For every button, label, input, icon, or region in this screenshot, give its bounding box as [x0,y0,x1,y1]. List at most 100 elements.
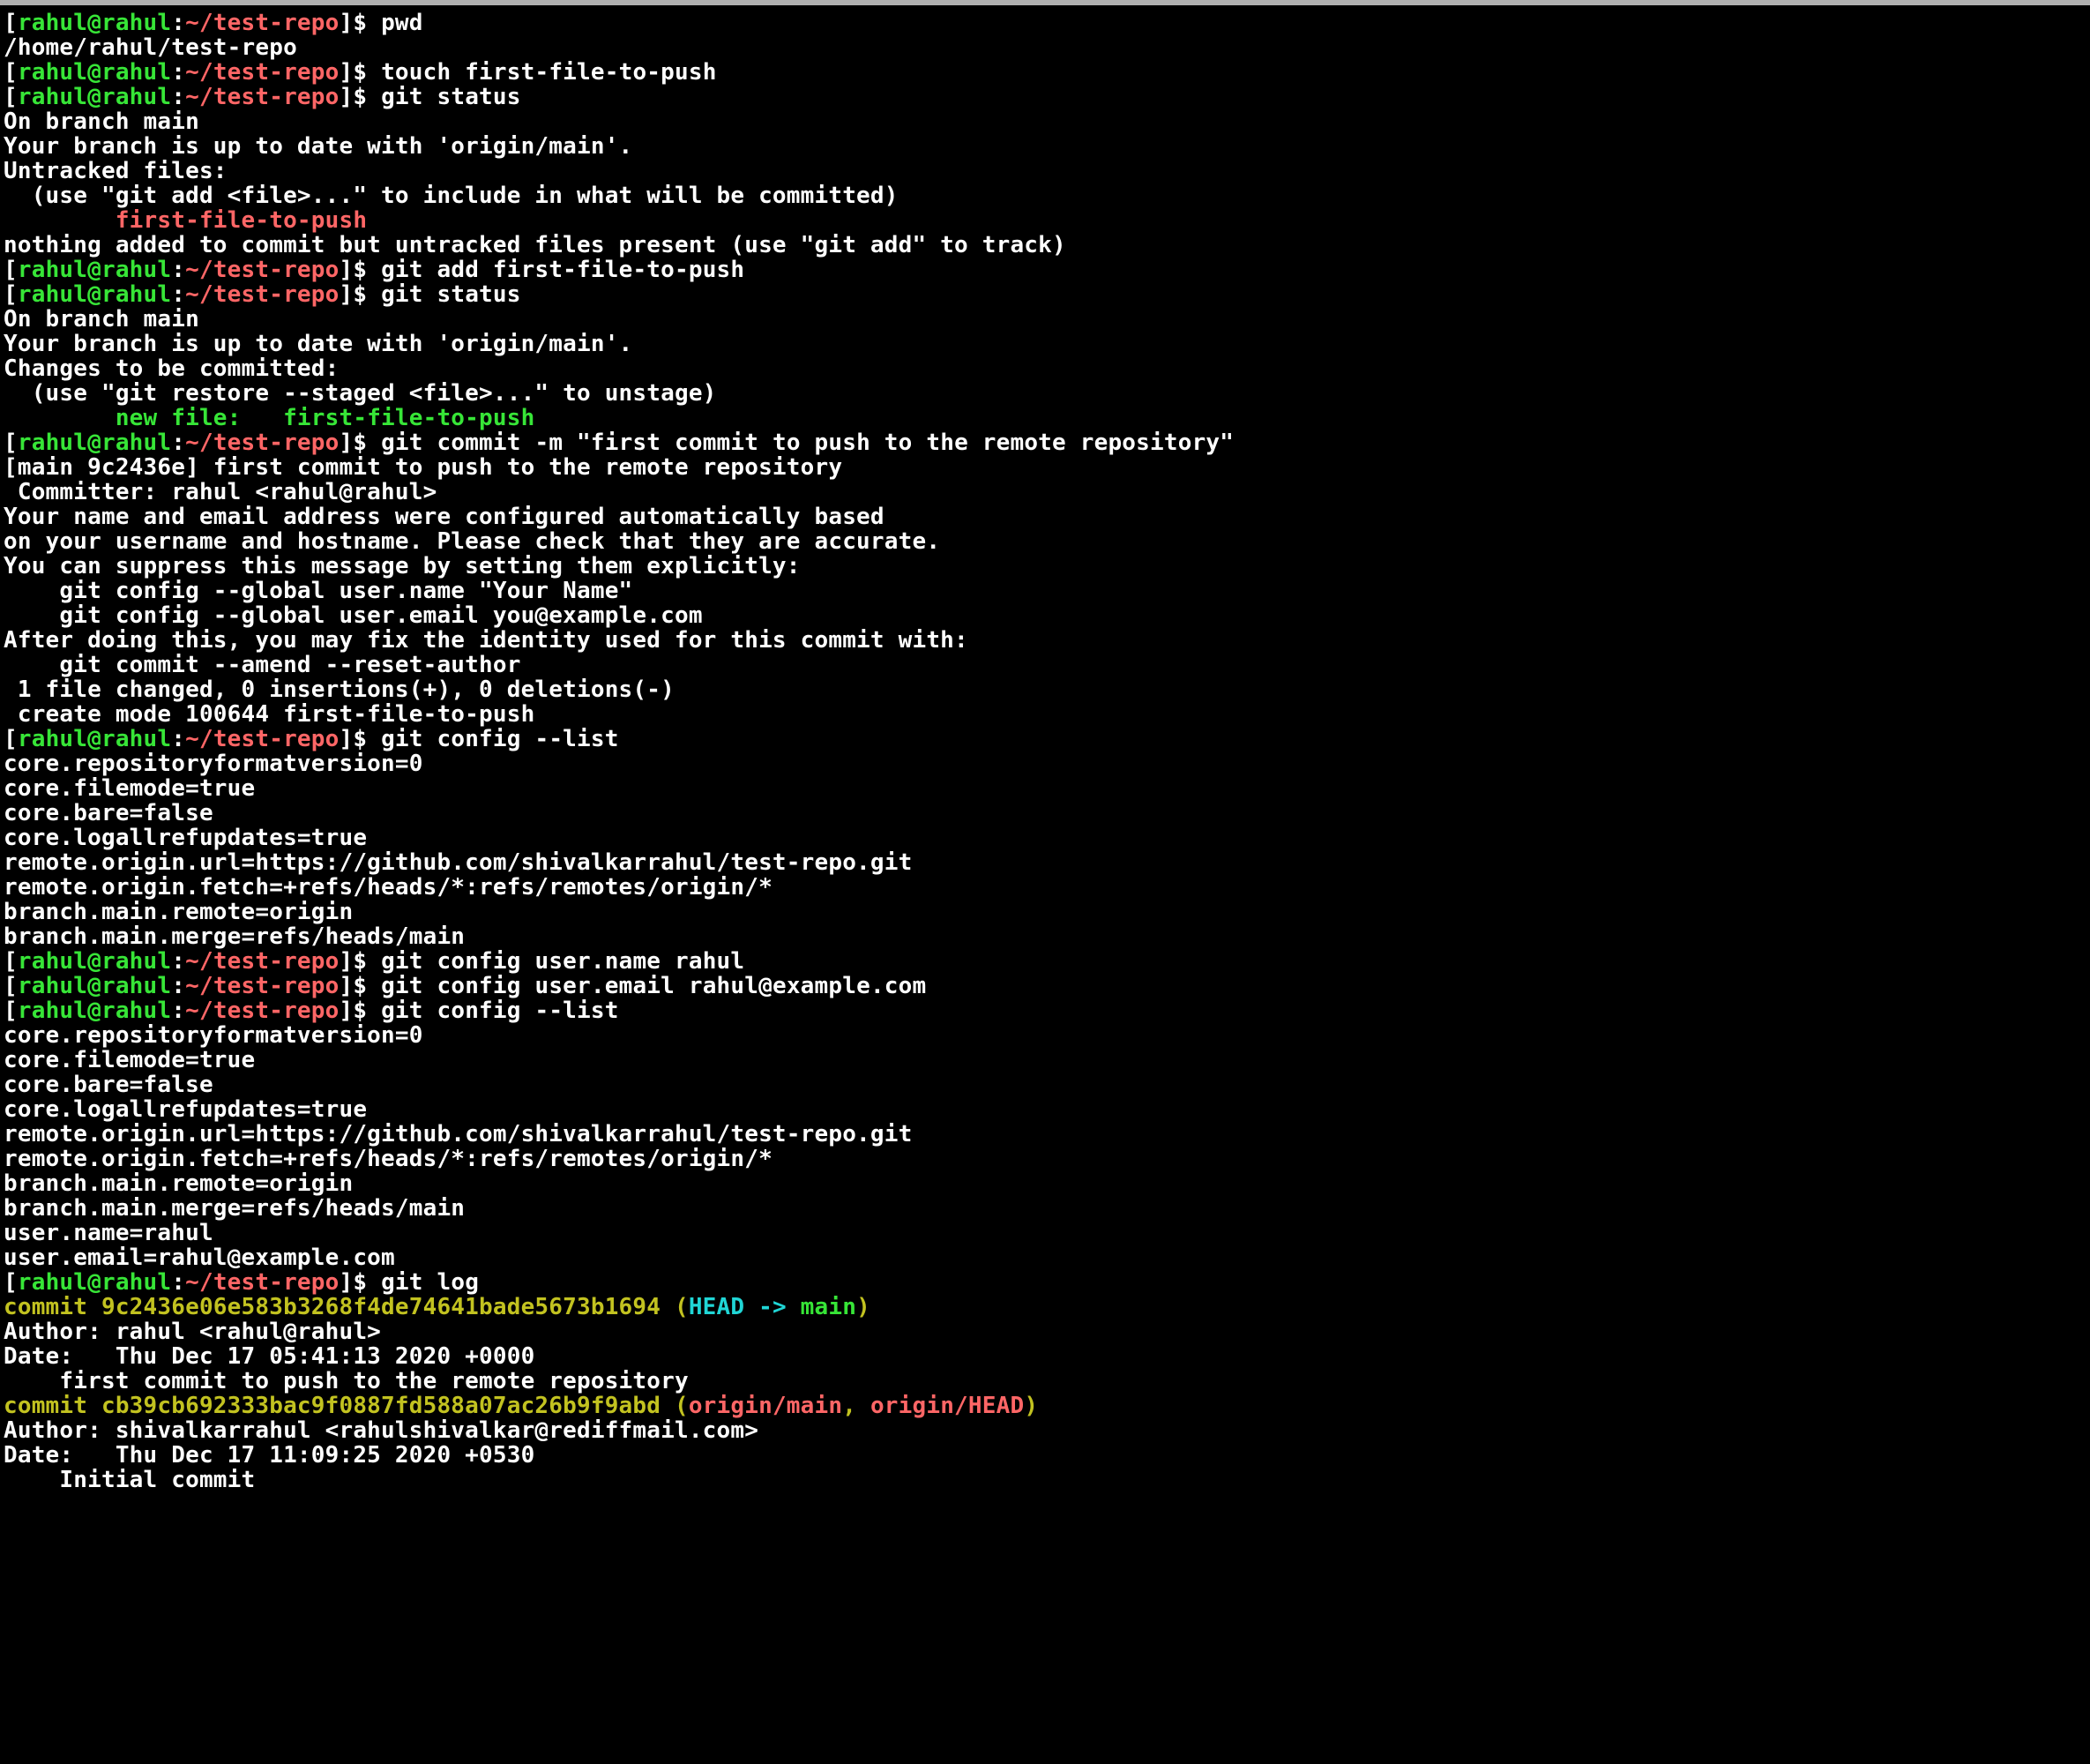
terminal-output: Author: rahul <rahul@rahul> [4,1319,2086,1344]
prompt-user: rahul@rahul [18,973,171,999]
terminal-prompt-line[interactable]: [rahul@rahul:~/test-repo]$ git add first… [4,258,2086,282]
prompt-bracket-close: ] [340,281,354,308]
terminal-command: git add first-file-to-push [381,257,744,283]
terminal-output: Untracked files: [4,159,2086,183]
prompt-path: ~/test-repo [185,1269,339,1296]
terminal-output: core.repositoryformatversion=0 [4,751,2086,776]
refs-close-paren: ) [1024,1393,1038,1419]
terminal-output: You can suppress this message by setting… [4,554,2086,579]
output-text: core.filemode=true [4,775,255,802]
output-text: (use "git restore --staged <file>..." to… [4,380,717,407]
output-text: first commit to push to the remote repos… [4,1368,689,1394]
output-text: Your name and email address were configu… [4,504,885,530]
prompt-dollar: $ [353,948,381,975]
prompt-bracket-open: [ [4,948,18,975]
terminal-output: remote.origin.fetch=+refs/heads/*:refs/r… [4,875,2086,900]
prompt-dollar: $ [353,998,381,1024]
output-text: Date: Thu Dec 17 11:09:25 2020 +0530 [4,1442,534,1469]
prompt-user: rahul@rahul [18,998,171,1024]
terminal-output: remote.origin.url=https://github.com/shi… [4,850,2086,875]
output-text: remote.origin.fetch=+refs/heads/*:refs/r… [4,1146,773,1172]
terminal-output: (use "git restore --staged <file>..." to… [4,381,2086,406]
terminal-prompt-line[interactable]: [rahul@rahul:~/test-repo]$ git config us… [4,949,2086,974]
prompt-user: rahul@rahul [18,257,171,283]
terminal-output: core.filemode=true [4,1048,2086,1073]
terminal-output: Changes to be committed: [4,356,2086,381]
output-text: core.repositoryformatversion=0 [4,1022,423,1049]
terminal-output: git config --global user.name "Your Name… [4,579,2086,603]
prompt-colon: : [171,281,185,308]
terminal-output: core.bare=false [4,1073,2086,1097]
prompt-path: ~/test-repo [185,998,339,1024]
terminal-prompt-line[interactable]: [rahul@rahul:~/test-repo]$ git config --… [4,727,2086,751]
terminal-output: create mode 100644 first-file-to-push [4,702,2086,727]
output-text: Untracked files: [4,158,228,184]
terminal[interactable]: [rahul@rahul:~/test-repo]$ pwd/home/rahu… [0,5,2090,1498]
output-text: Author: shivalkarrahul <rahulshivalkar@r… [4,1417,758,1444]
terminal-command: git config --list [381,726,619,752]
git-ref: , [842,1393,870,1419]
output-text: core.repositoryformatversion=0 [4,751,423,777]
output-text: git commit --amend --reset-author [4,652,521,678]
terminal-command: git status [381,84,521,110]
terminal-prompt-line[interactable]: [rahul@rahul:~/test-repo]$ git commit -m… [4,430,2086,455]
terminal-command: git config user.email rahul@example.com [381,973,926,999]
terminal-prompt-line[interactable]: [rahul@rahul:~/test-repo]$ git log [4,1270,2086,1295]
prompt-dollar: $ [353,1269,381,1296]
output-text: Changes to be committed: [4,355,339,382]
output-text: remote.origin.url=https://github.com/shi… [4,1121,912,1147]
terminal-prompt-line[interactable]: [rahul@rahul:~/test-repo]$ git config --… [4,998,2086,1023]
prompt-colon: : [171,430,185,456]
terminal-output: git config --global user.email you@examp… [4,603,2086,628]
output-text: branch.main.merge=refs/heads/main [4,1195,465,1222]
terminal-output: remote.origin.url=https://github.com/shi… [4,1122,2086,1147]
terminal-output: first commit to push to the remote repos… [4,1369,2086,1394]
output-text: Date: Thu Dec 17 05:41:13 2020 +0000 [4,1343,534,1370]
git-ref: origin/HEAD [870,1393,1024,1419]
output-text: branch.main.remote=origin [4,899,353,925]
prompt-user: rahul@rahul [18,948,171,975]
terminal-output: Date: Thu Dec 17 11:09:25 2020 +0530 [4,1443,2086,1468]
prompt-dollar: $ [353,726,381,752]
output-text: Author: rahul <rahul@rahul> [4,1319,381,1345]
terminal-prompt-line[interactable]: [rahul@rahul:~/test-repo]$ git status [4,282,2086,307]
prompt-bracket-close: ] [340,430,354,456]
output-text: create mode 100644 first-file-to-push [4,701,534,728]
prompt-path: ~/test-repo [185,948,339,975]
prompt-path: ~/test-repo [185,726,339,752]
prompt-bracket-close: ] [340,973,354,999]
prompt-colon: : [171,257,185,283]
prompt-bracket-close: ] [340,84,354,110]
terminal-prompt-line[interactable]: [rahul@rahul:~/test-repo]$ git config us… [4,974,2086,998]
prompt-bracket-close: ] [340,257,354,283]
prompt-bracket-close: ] [340,998,354,1024]
output-text: (use "git add <file>..." to include in w… [4,183,899,209]
terminal-output: 1 file changed, 0 insertions(+), 0 delet… [4,677,2086,702]
prompt-path: ~/test-repo [185,281,339,308]
prompt-user: rahul@rahul [18,430,171,456]
terminal-prompt-line[interactable]: [rahul@rahul:~/test-repo]$ touch first-f… [4,60,2086,85]
git-commit-header: commit cb39cb692333bac9f0887fd588a07ac26… [4,1394,2086,1418]
terminal-output: on your username and hostname. Please ch… [4,529,2086,554]
prompt-path: ~/test-repo [185,10,339,36]
prompt-bracket-close: ] [340,1269,354,1296]
output-text: branch.main.remote=origin [4,1170,353,1197]
output-text: Your branch is up to date with 'origin/m… [4,331,632,357]
prompt-user: rahul@rahul [18,281,171,308]
terminal-output: branch.main.merge=refs/heads/main [4,1196,2086,1221]
prompt-bracket-open: [ [4,998,18,1024]
terminal-output: Date: Thu Dec 17 05:41:13 2020 +0000 [4,1344,2086,1369]
output-text: Initial commit [4,1467,255,1493]
git-commit-header: commit 9c2436e06e583b3268f4de74641bade56… [4,1295,2086,1319]
terminal-output: /home/rahul/test-repo [4,35,2086,60]
terminal-prompt-line[interactable]: [rahul@rahul:~/test-repo]$ git status [4,85,2086,109]
terminal-command: git status [381,281,521,308]
prompt-bracket-close: ] [340,726,354,752]
terminal-output: Committer: rahul <rahul@rahul> [4,480,2086,505]
prompt-bracket-close: ] [340,10,354,36]
terminal-prompt-line[interactable]: [rahul@rahul:~/test-repo]$ pwd [4,11,2086,35]
git-new-file: new file: first-file-to-push [4,406,2086,430]
terminal-output: On branch main [4,109,2086,134]
terminal-command: pwd [381,10,423,36]
output-text: remote.origin.fetch=+refs/heads/*:refs/r… [4,874,773,901]
